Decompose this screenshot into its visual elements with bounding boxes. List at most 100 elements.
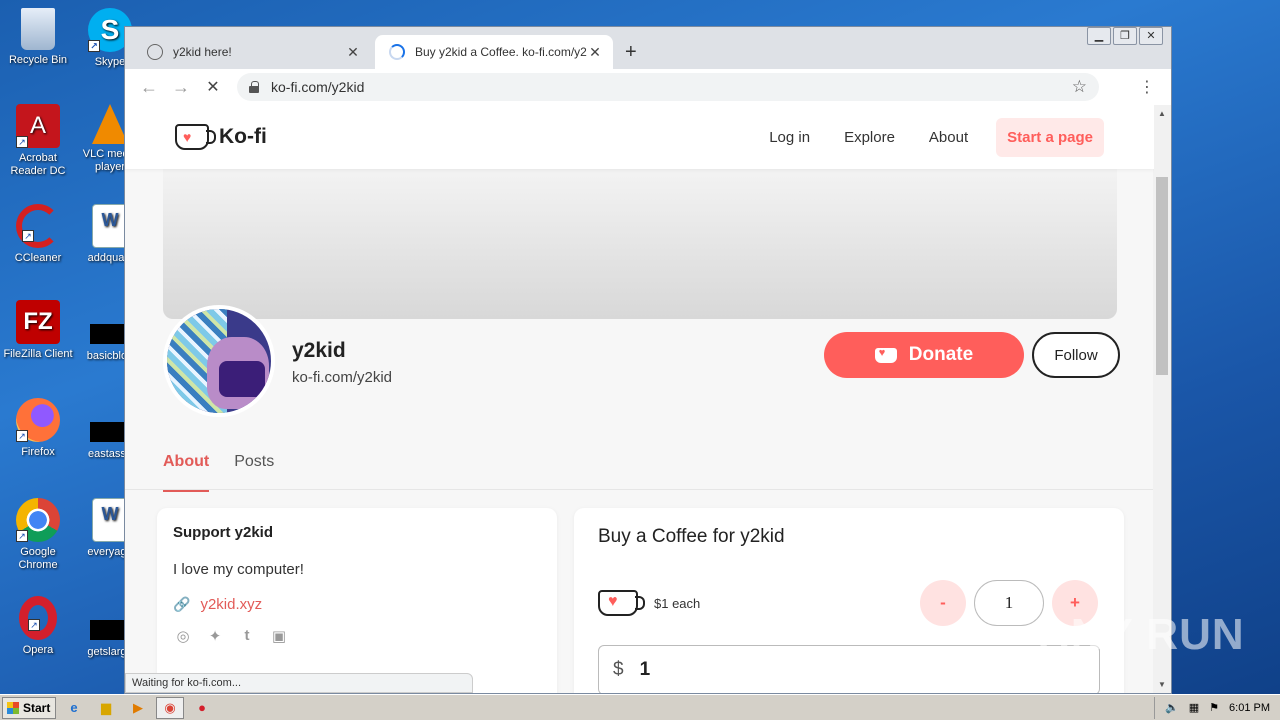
- minimize-icon[interactable]: ▁: [1087, 27, 1111, 45]
- kofi-cup-icon: ♥: [175, 124, 216, 150]
- firefox-icon: ↗: [16, 398, 60, 442]
- address-bar[interactable]: ko-fi.com/y2kid ☆: [237, 73, 1099, 101]
- support-card: Support y2kid I love my computer! 🔗 y2ki…: [157, 508, 557, 693]
- desktop-icon-label: Acrobat Reader DC: [10, 152, 66, 177]
- nav-about[interactable]: About: [929, 129, 968, 146]
- network-icon[interactable]: ▦: [1189, 701, 1199, 714]
- bio-text: I love my computer!: [173, 561, 304, 578]
- clock[interactable]: 6:01 PM: [1229, 702, 1270, 714]
- desktop-icon-label: Recycle Bin: [8, 54, 68, 66]
- chrome-icon: ↗: [16, 498, 60, 542]
- explorer-taskbar-icon[interactable]: ▆: [92, 697, 120, 719]
- tab-y2kid-here[interactable]: y2kid here! ✕: [133, 35, 371, 69]
- flag-icon[interactable]: ⚑: [1209, 701, 1219, 714]
- word-doc-icon: W: [92, 204, 128, 248]
- website-link-text: y2kid.xyz: [200, 596, 263, 613]
- close-tab-icon[interactable]: ✕: [587, 44, 603, 61]
- quantity-row: ♥ $1 each - 1 +: [598, 580, 1098, 626]
- desktop-icon-label: Skype: [94, 56, 126, 68]
- tumblr-icon[interactable]: t: [237, 627, 257, 647]
- tabs-divider: [125, 489, 1154, 490]
- nav-login[interactable]: Log in: [769, 129, 810, 146]
- opera-taskbar-icon[interactable]: ●: [188, 697, 216, 719]
- vlc-icon: [92, 104, 128, 144]
- follow-button[interactable]: Follow: [1032, 332, 1120, 378]
- quantity-value[interactable]: 1: [974, 580, 1044, 626]
- scrollbar-thumb[interactable]: [1156, 177, 1168, 375]
- lock-icon: [249, 81, 259, 93]
- decrease-button[interactable]: -: [920, 580, 966, 626]
- bookmark-star-icon[interactable]: ☆: [1072, 77, 1087, 97]
- tab-posts[interactable]: Posts: [234, 453, 274, 492]
- desktop-icon-label: CCleaner: [14, 252, 62, 264]
- close-window-icon[interactable]: ✕: [1139, 27, 1163, 45]
- website-link[interactable]: 🔗 y2kid.xyz: [173, 596, 541, 613]
- stop-loading-icon[interactable]: ✕: [197, 77, 229, 97]
- tab-title: y2kid here!: [173, 45, 232, 59]
- kofi-logo[interactable]: ♥ Ko-fi: [175, 124, 267, 150]
- donate-button[interactable]: Donate: [824, 332, 1024, 378]
- nav-explore[interactable]: Explore: [844, 129, 895, 146]
- tab-buy-coffee[interactable]: Buy y2kid a Coffee. ko-fi.com/y2kid ✕: [375, 35, 613, 69]
- maximize-icon[interactable]: ❐: [1113, 27, 1137, 45]
- desktop-icon-label: FileZilla Client: [3, 348, 73, 360]
- tab-about[interactable]: About: [163, 453, 210, 492]
- volume-icon[interactable]: 🔈: [1165, 701, 1179, 714]
- browser-window: y2kid here! ✕ Buy y2kid a Coffee. ko-fi.…: [124, 26, 1172, 694]
- globe-icon: [147, 44, 163, 60]
- desktop-icon-opera[interactable]: ↗ Opera: [0, 596, 76, 657]
- amount-value: 1: [639, 659, 651, 680]
- tab-title: Buy y2kid a Coffee. ko-fi.com/y2kid: [415, 45, 587, 59]
- loading-spinner-icon: [389, 44, 405, 60]
- tab-strip: y2kid here! ✕ Buy y2kid a Coffee. ko-fi.…: [125, 27, 1171, 69]
- start-page-button[interactable]: Start a page: [996, 117, 1104, 157]
- desktop-icon-label: Firefox: [21, 446, 55, 458]
- desktop-icon-ccleaner[interactable]: ↗ CCleaner: [0, 204, 76, 265]
- avatar: [163, 305, 275, 417]
- donate-label: Donate: [908, 344, 974, 365]
- chrome-taskbar-icon[interactable]: ◉: [156, 696, 184, 719]
- page-viewport: ♥ Ko-fi Log in Explore About Start a pag…: [125, 105, 1154, 693]
- url-text: ko-fi.com/y2kid: [271, 79, 365, 95]
- scroll-down-icon[interactable]: ▼: [1153, 680, 1171, 689]
- desktop-icon-acrobat[interactable]: A ↗ Acrobat Reader DC: [0, 104, 76, 178]
- kofi-cup-icon: ♥: [598, 590, 645, 616]
- desktop-icon-firefox[interactable]: ↗ Firefox: [0, 398, 76, 459]
- scroll-up-icon[interactable]: ▲: [1153, 109, 1171, 118]
- ccleaner-icon: ↗: [16, 204, 60, 248]
- instagram-icon[interactable]: ◎: [173, 627, 193, 647]
- desktop-icon-label: Google Chrome: [18, 546, 58, 571]
- social-links: ◎ ✦ t ▣: [173, 627, 541, 647]
- ie-taskbar-icon[interactable]: e: [60, 697, 88, 719]
- cover-banner: [163, 169, 1117, 319]
- coffee-title: Buy a Coffee for y2kid: [598, 526, 785, 547]
- coffee-card: Buy a Coffee for y2kid ♥ $1 each - 1 + $…: [574, 508, 1124, 693]
- twitter-icon[interactable]: ✦: [205, 627, 225, 647]
- desktop-icon-filezilla[interactable]: FZ FileZilla Client: [0, 300, 76, 361]
- profile-tabs: About Posts: [163, 453, 299, 492]
- start-button[interactable]: Start: [2, 696, 56, 719]
- forward-icon[interactable]: →: [165, 77, 197, 98]
- page-scrollbar[interactable]: ▲ ▼: [1153, 105, 1171, 693]
- twitch-icon[interactable]: ▣: [269, 627, 289, 647]
- desktop-icon-chrome[interactable]: ↗ Google Chrome: [0, 498, 76, 572]
- kofi-header: ♥ Ko-fi Log in Explore About Start a pag…: [125, 105, 1154, 169]
- brand-name: Ko-fi: [219, 125, 267, 148]
- menu-kebab-icon[interactable]: ⋮: [1131, 77, 1163, 97]
- system-tray: 🔈 ▦ ⚑ 6:01 PM: [1154, 696, 1280, 719]
- opera-icon: ↗: [19, 596, 57, 640]
- recycle-bin-icon: [21, 8, 55, 50]
- window-controls: ▁ ❐ ✕: [1087, 27, 1163, 45]
- new-tab-icon[interactable]: +: [625, 41, 637, 64]
- kofi-nav: Log in Explore About Start a page: [735, 117, 1104, 157]
- filezilla-icon: FZ: [16, 300, 60, 344]
- word-doc-icon: W: [92, 498, 128, 542]
- amount-input[interactable]: $ 1: [598, 645, 1100, 693]
- acrobat-icon: A ↗: [16, 104, 60, 148]
- close-tab-icon[interactable]: ✕: [345, 44, 361, 61]
- windows-flag-icon: [7, 701, 19, 714]
- back-icon[interactable]: ←: [133, 77, 165, 98]
- status-bubble: Waiting for ko-fi.com...: [125, 673, 473, 693]
- desktop-icon-recycle-bin[interactable]: Recycle Bin: [0, 8, 76, 67]
- media-player-taskbar-icon[interactable]: ▶: [124, 697, 152, 719]
